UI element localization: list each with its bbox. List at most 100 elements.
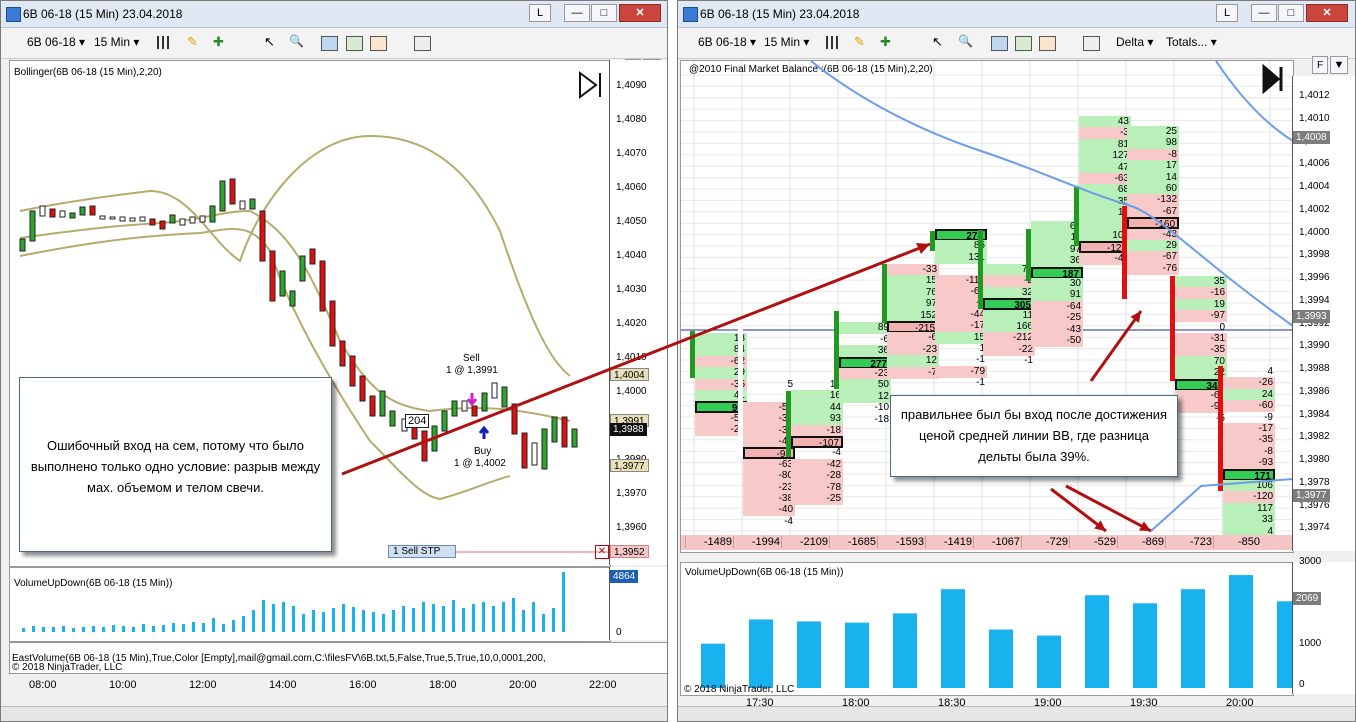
- bb-upper-band: [19, 134, 571, 377]
- volume-bar: [72, 628, 75, 632]
- crosshair-icon[interactable]: ✚: [880, 34, 895, 49]
- right-price-panel[interactable]: @2010 Final Market Balance :(6B 06-18 (1…: [680, 60, 1294, 553]
- buy-label: Buy: [474, 446, 492, 457]
- minimize-button[interactable]: —: [1251, 4, 1277, 22]
- f-button[interactable]: F: [1312, 56, 1328, 74]
- volume-bar: [252, 610, 255, 632]
- chart-properties-icon[interactable]: [321, 36, 338, 51]
- volume-bar: [222, 624, 225, 632]
- left-scrollbar[interactable]: [1, 706, 667, 721]
- volume-bar: [42, 627, 45, 632]
- volume-bar: [132, 627, 135, 632]
- minimize-button[interactable]: —: [564, 4, 590, 22]
- volume-tick-1000: 1000: [1299, 638, 1322, 649]
- link-button[interactable]: L: [529, 4, 551, 22]
- right-volume-axis: 3000 2000 1000 0 2069: [1292, 556, 1355, 694]
- price-tick: 1,4000: [616, 386, 647, 397]
- price-tick: 1,4004: [1299, 181, 1330, 192]
- candle-body: [1026, 229, 1031, 281]
- right-window-title: 6B 06-18 (15 Min) 23.04.2018: [700, 7, 860, 21]
- strategies-icon[interactable]: [370, 36, 387, 51]
- pointer-icon[interactable]: ↖: [264, 34, 279, 49]
- chart-properties-icon[interactable]: [991, 36, 1008, 51]
- delta-dropdown[interactable]: Delta ▾: [1116, 35, 1153, 49]
- sell-stop-order[interactable]: 1 Sell STP: [388, 545, 456, 558]
- price-tick: 1,4000: [1299, 226, 1330, 238]
- pencil-icon[interactable]: ✎: [187, 34, 202, 49]
- maximize-button[interactable]: □: [591, 4, 617, 22]
- candle-body: [930, 231, 935, 251]
- bar-type-icon[interactable]: [157, 36, 172, 49]
- volume-bar: [102, 627, 105, 632]
- volume-bar: [422, 602, 425, 632]
- candle-body: [1122, 206, 1127, 299]
- instrument-selector[interactable]: 6B 06-18 ▾: [698, 35, 756, 49]
- annotation-arrow: [1050, 487, 1107, 533]
- volume-bar: [941, 589, 965, 688]
- indicators-icon[interactable]: [1015, 36, 1032, 51]
- volume-bar: [701, 643, 725, 688]
- price-tick: 1,3970: [616, 488, 647, 499]
- volume-bar: [242, 616, 245, 632]
- interval-selector[interactable]: 15 Min ▾: [94, 35, 139, 49]
- time-tick: 10:00: [109, 679, 137, 691]
- maximize-button[interactable]: □: [1278, 4, 1304, 22]
- delta-total: -1685: [829, 536, 876, 548]
- volume-bar: [32, 626, 35, 632]
- pointer-icon[interactable]: ↖: [932, 34, 947, 49]
- close-button[interactable]: ✕: [619, 4, 661, 22]
- volume-bar: [272, 604, 275, 632]
- volume-bar: [462, 608, 465, 632]
- totals-dropdown[interactable]: Totals... ▾: [1166, 35, 1217, 49]
- volume-bar: [232, 620, 235, 632]
- candle-body: [690, 331, 695, 378]
- zoom-icon[interactable]: 🔍: [289, 34, 304, 48]
- price-tick: 1,4002: [1299, 203, 1330, 215]
- volume-bar: [1229, 575, 1253, 688]
- left-titlebar[interactable]: 6B 06-18 (15 Min) 23.04.2018 L — □ ✕: [1, 1, 667, 28]
- price-tick: 1,4080: [616, 114, 647, 125]
- volume-bar: [52, 627, 55, 632]
- volume-bar: [797, 621, 821, 688]
- volume-bar: [142, 624, 145, 632]
- right-titlebar[interactable]: 6B 06-18 (15 Min) 23.04.2018 L — □ ✕: [678, 1, 1355, 28]
- data-box-icon[interactable]: [414, 36, 431, 51]
- volume-tag: 4864: [610, 570, 639, 583]
- link-button[interactable]: L: [1216, 4, 1238, 22]
- crosshair-icon[interactable]: ✚: [213, 34, 228, 49]
- left-east-panel: EastVolume(6B 06-18 (15 Min),True,Color …: [9, 642, 667, 674]
- left-window-title: 6B 06-18 (15 Min) 23.04.2018: [23, 7, 183, 21]
- volume-bar: [202, 623, 205, 632]
- candle-body: [786, 391, 791, 457]
- price-tick: 1,3960: [616, 522, 647, 533]
- time-tick: 14:00: [269, 679, 297, 691]
- right-annotation-note: правильнее был бы вход после достижения …: [890, 395, 1178, 477]
- volume-bar: [522, 610, 525, 632]
- close-button[interactable]: ✕: [1306, 4, 1348, 22]
- volume-bar: [292, 606, 295, 632]
- right-scrollbar[interactable]: [678, 706, 1355, 721]
- buy-price: 1 @ 1,4002: [454, 458, 506, 469]
- chart-menu-button[interactable]: ▼: [1330, 56, 1348, 74]
- volume-bar: [322, 612, 325, 632]
- indicators-icon[interactable]: [346, 36, 363, 51]
- interval-selector[interactable]: 15 Min ▾: [764, 35, 809, 49]
- data-box-icon[interactable]: [1083, 36, 1100, 51]
- candle-body: [882, 264, 887, 323]
- volume-bar: [22, 628, 25, 632]
- candle-body: [834, 311, 839, 389]
- app-icon: [6, 7, 21, 22]
- volume-bar: [332, 608, 335, 632]
- candle-body: [1074, 186, 1079, 246]
- volume-zero-tick: 0: [616, 627, 622, 638]
- pencil-icon[interactable]: ✎: [854, 34, 869, 49]
- totals-label: Totals...: [1166, 35, 1208, 49]
- bar-type-icon[interactable]: [826, 36, 841, 49]
- instrument-selector[interactable]: 6B 06-18 ▾: [27, 35, 85, 49]
- zoom-icon[interactable]: 🔍: [958, 34, 973, 48]
- price-tick: 1,4070: [616, 148, 647, 159]
- strategies-icon[interactable]: [1039, 36, 1056, 51]
- left-chart-window: 6B 06-18 (15 Min) 23.04.2018 L — □ ✕ 6B …: [0, 0, 668, 722]
- price-tick: 1,4012: [1299, 90, 1330, 101]
- close-order-icon[interactable]: ✕: [595, 545, 609, 559]
